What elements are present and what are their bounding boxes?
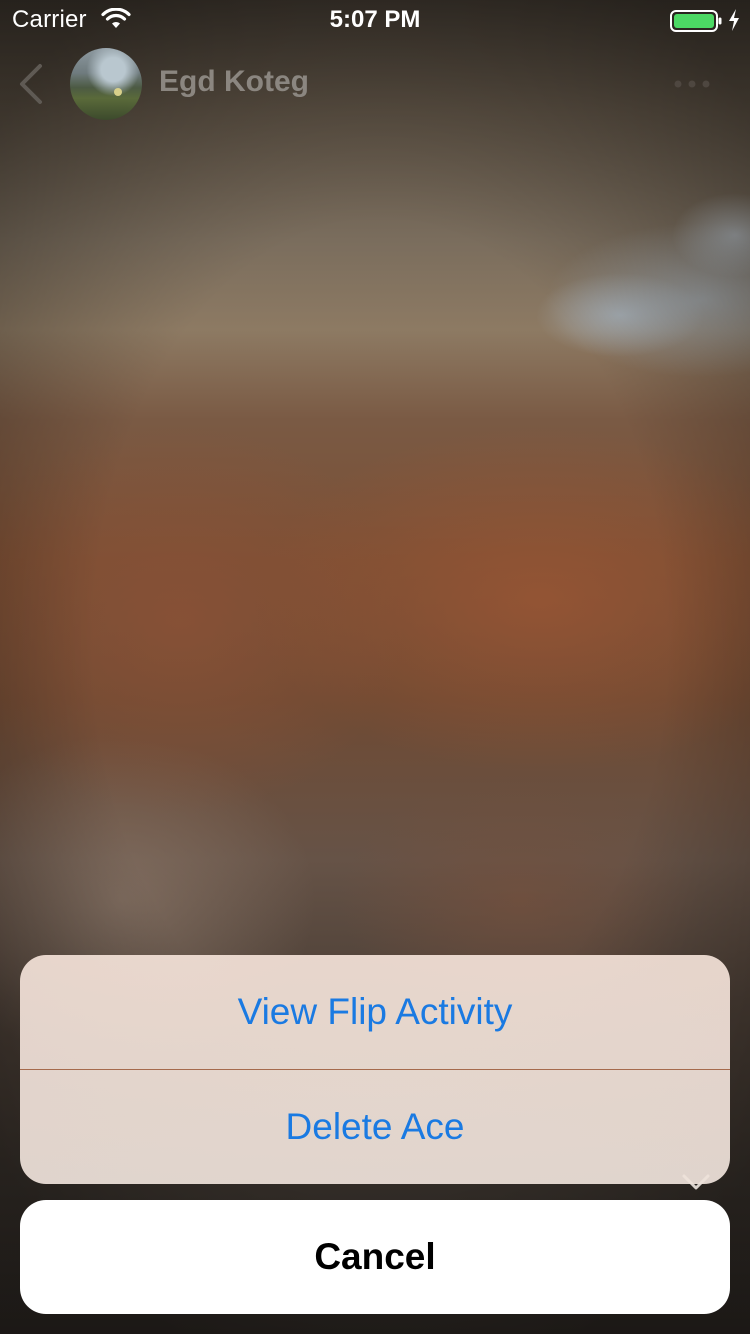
contact-name[interactable]: Egd Koteg bbox=[159, 65, 309, 99]
action-sheet: View Flip Activity Delete Ace bbox=[20, 955, 730, 1184]
ellipsis-icon[interactable] bbox=[668, 74, 718, 94]
avatar[interactable] bbox=[70, 48, 142, 120]
view-flip-activity-button[interactable]: View Flip Activity bbox=[20, 955, 730, 1069]
status-bar: Carrier 5:07 PM bbox=[0, 0, 750, 40]
battery-icon bbox=[670, 10, 722, 32]
back-button[interactable] bbox=[12, 60, 52, 108]
delete-ace-button[interactable]: Delete Ace bbox=[20, 1070, 730, 1184]
status-time: 5:07 PM bbox=[329, 6, 421, 33]
cancel-button[interactable]: Cancel bbox=[20, 1200, 730, 1314]
chat-header: Egd Koteg bbox=[0, 40, 750, 130]
charging-bolt-icon bbox=[729, 9, 739, 31]
